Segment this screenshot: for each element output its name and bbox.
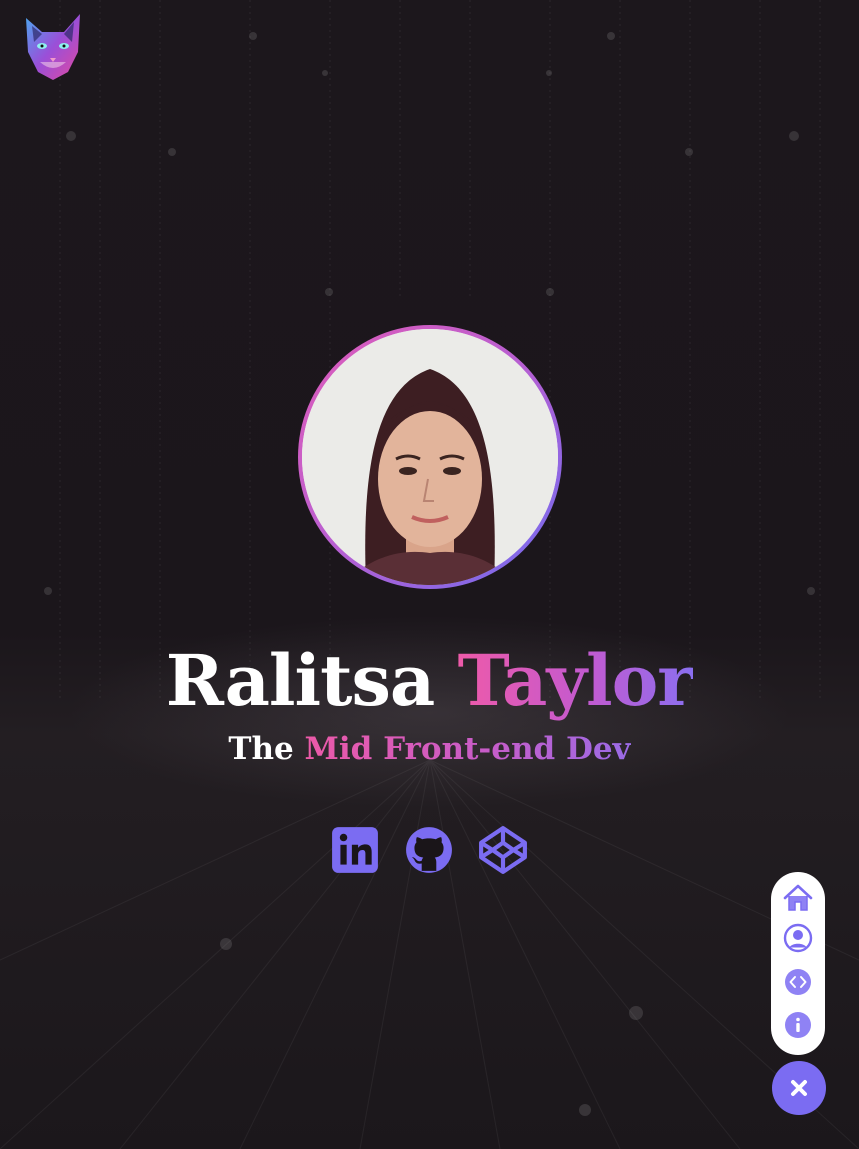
code-icon[interactable] (782, 966, 814, 998)
social-links (330, 825, 530, 877)
last-name: Taylor (457, 639, 695, 722)
profile-photo (298, 325, 562, 589)
github-icon[interactable] (404, 825, 454, 875)
home-icon[interactable] (782, 882, 814, 914)
close-icon (791, 1080, 807, 1096)
info-icon[interactable] (782, 1009, 814, 1041)
subtitle: The Mid Front-end Dev (0, 726, 859, 772)
codepen-icon[interactable] (478, 825, 528, 875)
user-circle-icon[interactable] (782, 922, 814, 954)
linkedin-icon[interactable] (330, 825, 380, 875)
cat-head-logo-icon[interactable] (20, 12, 86, 82)
floating-nav (771, 872, 825, 1055)
person-photo (302, 329, 558, 585)
subtitle-role: Mid Front-end Dev (304, 731, 631, 767)
page: Ralitsa Taylor The Mid Front-end Dev (0, 0, 859, 1149)
first-name: Ralitsa (165, 639, 435, 722)
subtitle-prefix: The (228, 731, 294, 767)
page-title: Ralitsa Taylor (0, 636, 859, 726)
close-button[interactable] (772, 1061, 826, 1115)
